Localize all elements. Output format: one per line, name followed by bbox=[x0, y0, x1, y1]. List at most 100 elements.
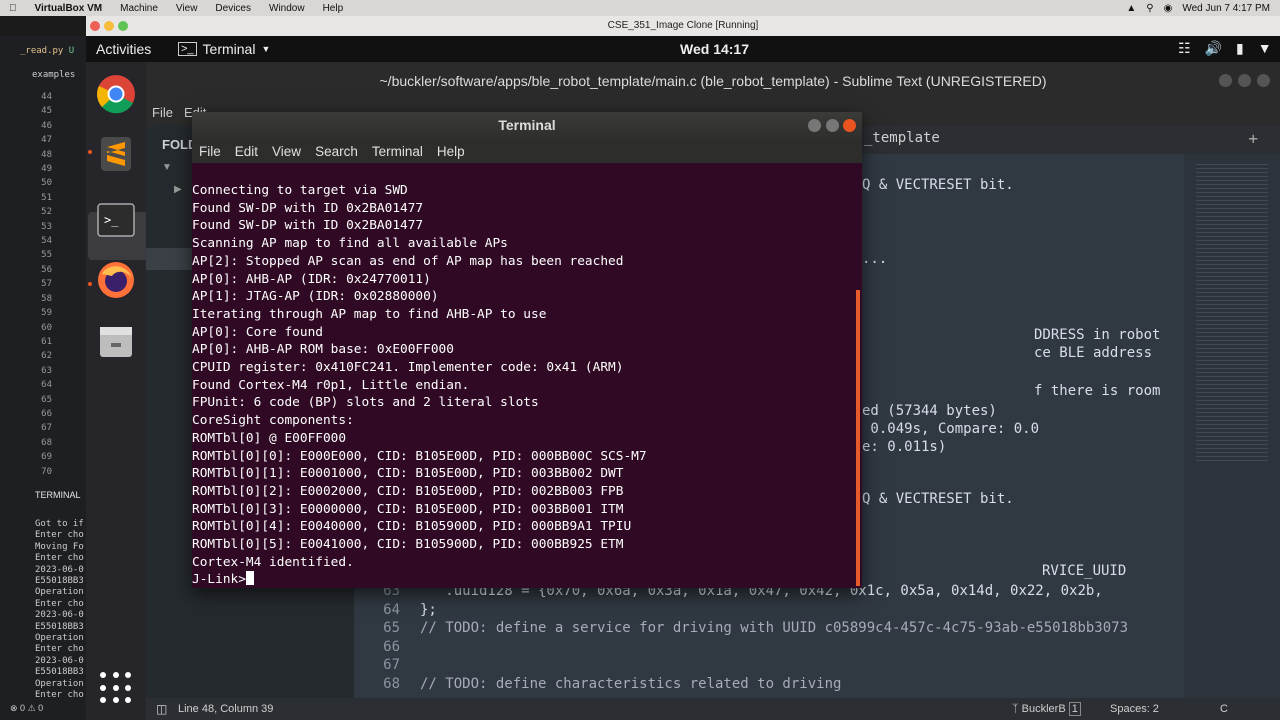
sublime-menu-file[interactable]: File bbox=[152, 105, 173, 120]
indentation-setting[interactable]: Spaces: 2 bbox=[1110, 703, 1159, 715]
terminal-line: Iterating through AP map to find AHB-AP … bbox=[192, 306, 547, 322]
syntax-setting[interactable]: C bbox=[1220, 703, 1228, 715]
sublime-tab[interactable]: _template bbox=[864, 130, 940, 146]
maximize-button[interactable] bbox=[826, 119, 839, 132]
terminal-menu-edit[interactable]: Edit bbox=[228, 144, 265, 159]
power-menu-icon: ▼ bbox=[1257, 40, 1272, 56]
mac-app-name[interactable]: VirtualBox VM bbox=[26, 3, 112, 14]
activities-button[interactable]: Activities bbox=[96, 41, 151, 57]
host-terminal-line: Enter cho bbox=[35, 598, 84, 609]
firefox-icon[interactable] bbox=[94, 258, 138, 302]
code-fragment: Q & VECTRESET bit. bbox=[862, 177, 1014, 193]
terminal-titlebar[interactable]: Terminal bbox=[192, 112, 862, 139]
vbox-zoom-button[interactable] bbox=[118, 21, 128, 31]
search-icon[interactable]: ⚲ bbox=[1146, 3, 1153, 14]
host-terminal-line: Enter cho bbox=[35, 690, 84, 701]
vbox-minimize-button[interactable] bbox=[104, 21, 114, 31]
line-number: 61 bbox=[41, 336, 52, 347]
terminal-menu-view[interactable]: View bbox=[265, 144, 308, 159]
line-number: 69 bbox=[41, 452, 52, 463]
new-tab-icon[interactable]: + bbox=[1248, 129, 1258, 148]
minimize-button[interactable] bbox=[1219, 74, 1232, 87]
vbox-close-button[interactable] bbox=[90, 21, 100, 31]
terminal-app-icon: >_ bbox=[178, 42, 197, 56]
network-icon: ☷ bbox=[1178, 40, 1191, 56]
line-number: 55 bbox=[41, 250, 52, 261]
control-center-icon[interactable]: ◉ bbox=[1164, 3, 1173, 14]
line-number: 60 bbox=[41, 322, 52, 333]
svg-text:>_: >_ bbox=[104, 213, 119, 227]
terminal-output[interactable]: Connecting to target via SWD Found SW-DP … bbox=[192, 163, 854, 588]
terminal-menu-file[interactable]: File bbox=[192, 144, 228, 159]
code-line-number: 64 bbox=[383, 601, 400, 618]
terminal-line: CoreSight components: bbox=[192, 413, 354, 429]
terminal-line: ROMTbl[0][4]: E0040000, CID: B105900D, P… bbox=[192, 519, 632, 535]
host-terminal-line: E55018BB3 bbox=[35, 576, 84, 587]
app-menu-terminal[interactable]: >_ Terminal ▼ bbox=[178, 41, 270, 57]
close-button[interactable] bbox=[843, 119, 856, 132]
files-icon[interactable] bbox=[94, 320, 138, 364]
minimize-button[interactable] bbox=[808, 119, 821, 132]
code-fragment: 0.049s, Compare: 0.0 bbox=[862, 421, 1040, 437]
mac-status-area: ▲ ⚲ ◉ Wed Jun 7 4:17 PM bbox=[1126, 3, 1280, 14]
terminal-menu-search[interactable]: Search bbox=[308, 144, 365, 159]
folder-collapse-icon[interactable]: ▶ bbox=[174, 184, 182, 195]
volume-icon: 🔊 bbox=[1204, 40, 1222, 56]
terminal-line: Found SW-DP with ID 0x2BA01477 bbox=[192, 200, 424, 216]
mac-menu-window[interactable]: Window bbox=[260, 3, 314, 14]
minimap[interactable] bbox=[1184, 154, 1280, 698]
line-number: 59 bbox=[41, 308, 52, 319]
chrome-icon[interactable] bbox=[94, 72, 138, 116]
terminal-menu-help[interactable]: Help bbox=[430, 144, 472, 159]
minimap-preview bbox=[1196, 164, 1268, 464]
sidebar-toggle-icon[interactable]: ◫ bbox=[156, 702, 167, 716]
line-number: 66 bbox=[41, 408, 52, 419]
wifi-icon[interactable]: ▲ bbox=[1126, 3, 1136, 14]
sublime-statusbar: ◫ Line 48, Column 39 ᛉ BucklerB 1 Spaces… bbox=[146, 698, 1280, 720]
mac-menu-help[interactable]: Help bbox=[314, 3, 353, 14]
code-line: 67 bbox=[374, 656, 1128, 675]
mac-clock[interactable]: Wed Jun 7 4:17 PM bbox=[1182, 3, 1270, 14]
apple-icon[interactable]:  bbox=[0, 3, 26, 14]
line-number: 52 bbox=[41, 207, 52, 218]
terminal-line: ROMTbl[0][2]: E0002000, CID: B105E00D, P… bbox=[192, 483, 624, 499]
host-tab-file[interactable]: _read.py U bbox=[20, 46, 74, 56]
maximize-button[interactable] bbox=[1238, 74, 1251, 87]
ubuntu-clock[interactable]: Wed 14:17 bbox=[680, 41, 749, 57]
folder-expand-icon[interactable]: ▼ bbox=[162, 162, 172, 173]
close-button[interactable] bbox=[1257, 74, 1270, 87]
host-terminal-line: Enter cho bbox=[35, 644, 84, 655]
host-terminal-line: 2023-06-0 bbox=[35, 610, 84, 621]
sublime-titlebar: ~/buckler/software/apps/ble_robot_templa… bbox=[146, 62, 1280, 100]
code-fragment: f there is room bbox=[1034, 383, 1161, 399]
terminal-scrollbar[interactable] bbox=[856, 290, 860, 586]
show-applications-icon[interactable] bbox=[100, 672, 132, 704]
line-number: 62 bbox=[41, 351, 52, 362]
terminal-line: Scanning AP map to find all available AP… bbox=[192, 236, 508, 252]
ubuntu-dock: >_ bbox=[86, 62, 148, 720]
terminal-line: AP[2]: Stopped AP scan as end of AP map … bbox=[192, 253, 624, 269]
code-fragment: DDRESS in robot bbox=[1034, 327, 1161, 343]
host-terminal-label[interactable]: TERMINAL bbox=[35, 490, 81, 500]
line-number: 44 bbox=[41, 92, 52, 102]
git-branch[interactable]: ᛉ BucklerB 1 bbox=[1012, 702, 1081, 716]
mac-menu-view[interactable]: View bbox=[167, 3, 207, 14]
terminal-icon[interactable]: >_ bbox=[94, 198, 138, 242]
host-folder-label[interactable]: examples bbox=[32, 70, 75, 80]
host-problems-status[interactable]: ⊗ 0 ⚠ 0 bbox=[10, 703, 43, 714]
mac-menu-machine[interactable]: Machine bbox=[111, 3, 167, 14]
terminal-line: AP[0]: Core found bbox=[192, 324, 323, 340]
terminal-line: ROMTbl[0][5]: E0041000, CID: B105900D, P… bbox=[192, 537, 624, 553]
line-number: 48 bbox=[41, 149, 52, 160]
terminal-title: Terminal bbox=[498, 117, 556, 133]
mac-menu-devices[interactable]: Devices bbox=[206, 3, 260, 14]
sublime-text-icon[interactable] bbox=[94, 132, 138, 176]
terminal-line: ROMTbl[0][1]: E0001000, CID: B105E00D, P… bbox=[192, 466, 624, 482]
host-terminal-line: Enter cho bbox=[35, 530, 84, 541]
host-terminal-line: Moving Fo bbox=[35, 541, 84, 552]
cursor-position: Line 48, Column 39 bbox=[178, 703, 274, 715]
ubuntu-status-area[interactable]: ☷ 🔊 ▮ ▼ bbox=[1178, 40, 1272, 57]
terminal-menu-terminal[interactable]: Terminal bbox=[365, 144, 430, 159]
terminal-line: Cortex-M4 identified. bbox=[192, 554, 354, 570]
terminal-line: ROMTbl[0][0]: E000E000, CID: B105E00D, P… bbox=[192, 448, 647, 464]
